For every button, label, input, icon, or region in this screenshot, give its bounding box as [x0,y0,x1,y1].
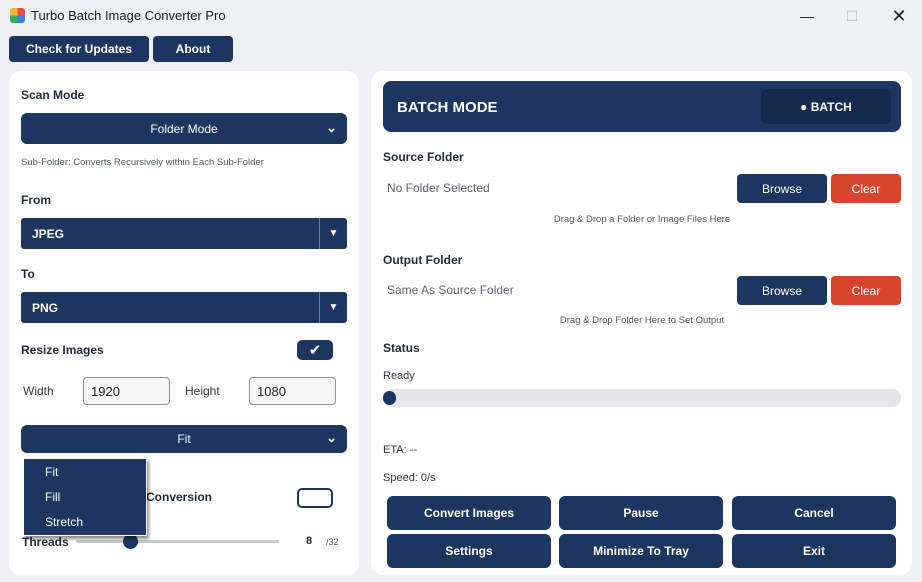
eta-text: ETA: -- [383,444,418,456]
source-drop-hint[interactable]: Drag & Drop a Folder or Image Files Here [383,214,901,225]
from-format-select[interactable]: JPEG ▼ [21,218,347,249]
dropdown-arrow-icon[interactable]: ▼ [319,292,347,323]
output-clear-button[interactable]: Clear [831,276,901,305]
to-format-select[interactable]: PNG ▼ [21,292,347,323]
resize-mode-menu: Fit Fill Stretch [23,458,147,536]
resize-mode-dropdown[interactable]: Fit ⌄ [21,425,347,453]
pause-button[interactable]: Pause [559,496,723,530]
threads-label: Threads [22,535,69,549]
mode-title: BATCH MODE [397,99,498,116]
threads-value: 8 [306,535,313,547]
threads-slider-track[interactable] [76,540,279,543]
source-folder-path: No Folder Selected [387,181,490,195]
menu-item-fit[interactable]: Fit [45,465,58,479]
to-label: To [21,267,35,281]
scan-mode-dropdown[interactable]: Folder Mode ⌄ [21,113,347,144]
window-title: Turbo Batch Image Converter Pro [31,8,226,23]
dropdown-arrow-icon[interactable]: ▼ [319,218,347,249]
convert-images-button[interactable]: Convert Images [387,496,551,530]
from-format-value: JPEG [32,226,65,241]
resize-images-checkbox[interactable]: ✔ [297,340,333,360]
progress-fill [383,391,396,405]
resize-mode-value: Fit [177,432,191,446]
from-label: From [21,193,51,207]
height-input[interactable]: 1080 [249,377,336,405]
close-window-button[interactable]: ✕ [876,0,922,32]
status-text: Ready [383,370,415,382]
batch-mode-toggle[interactable]: ● BATCH [761,89,891,124]
scan-mode-value: Folder Mode [150,121,218,136]
conversion-label: Conversion [146,490,213,504]
scan-mode-label: Scan Mode [21,88,85,102]
conversion-checkbox[interactable] [297,488,333,508]
threads-slider-thumb[interactable] [123,534,138,549]
scan-mode-hint: Sub-Folder: Converts Recursively within … [21,157,264,168]
speed-text: Speed: 0/s [383,472,436,484]
source-folder-label: Source Folder [383,150,464,164]
minimize-window-button[interactable]: — [784,0,830,32]
output-drop-hint[interactable]: Drag & Drop Folder Here to Set Output [383,315,901,326]
minimize-to-tray-button[interactable]: Minimize To Tray [559,534,723,568]
to-format-value: PNG [32,300,59,315]
cancel-button[interactable]: Cancel [732,496,896,530]
title-bar: Turbo Batch Image Converter Pro — ☐ ✕ [0,0,922,32]
checkmark-icon: ✔ [308,342,322,359]
progress-bar [383,389,901,407]
check-for-updates-button[interactable]: Check for Updates [9,36,149,62]
resize-images-label: Resize Images [21,343,104,357]
about-button[interactable]: About [153,36,233,62]
status-label: Status [383,341,420,355]
mode-header: BATCH MODE ● BATCH [383,81,901,132]
menu-item-fill[interactable]: Fill [45,490,60,504]
output-browse-button[interactable]: Browse [737,276,827,305]
chevron-down-icon: ⌄ [326,430,337,445]
source-browse-button[interactable]: Browse [737,174,827,203]
app-logo-icon [10,8,25,23]
width-label: Width [23,384,54,398]
output-folder-path: Same As Source Folder [387,283,514,297]
menu-item-stretch[interactable]: Stretch [45,515,83,529]
threads-max: /32 [326,537,339,547]
maximize-window-button[interactable]: ☐ [829,0,875,32]
chevron-down-icon: ⌄ [326,120,337,135]
source-clear-button[interactable]: Clear [831,174,901,203]
output-folder-label: Output Folder [383,253,463,267]
height-label: Height [185,384,220,398]
exit-button[interactable]: Exit [732,534,896,568]
settings-button[interactable]: Settings [387,534,551,568]
width-input[interactable]: 1920 [83,377,170,405]
